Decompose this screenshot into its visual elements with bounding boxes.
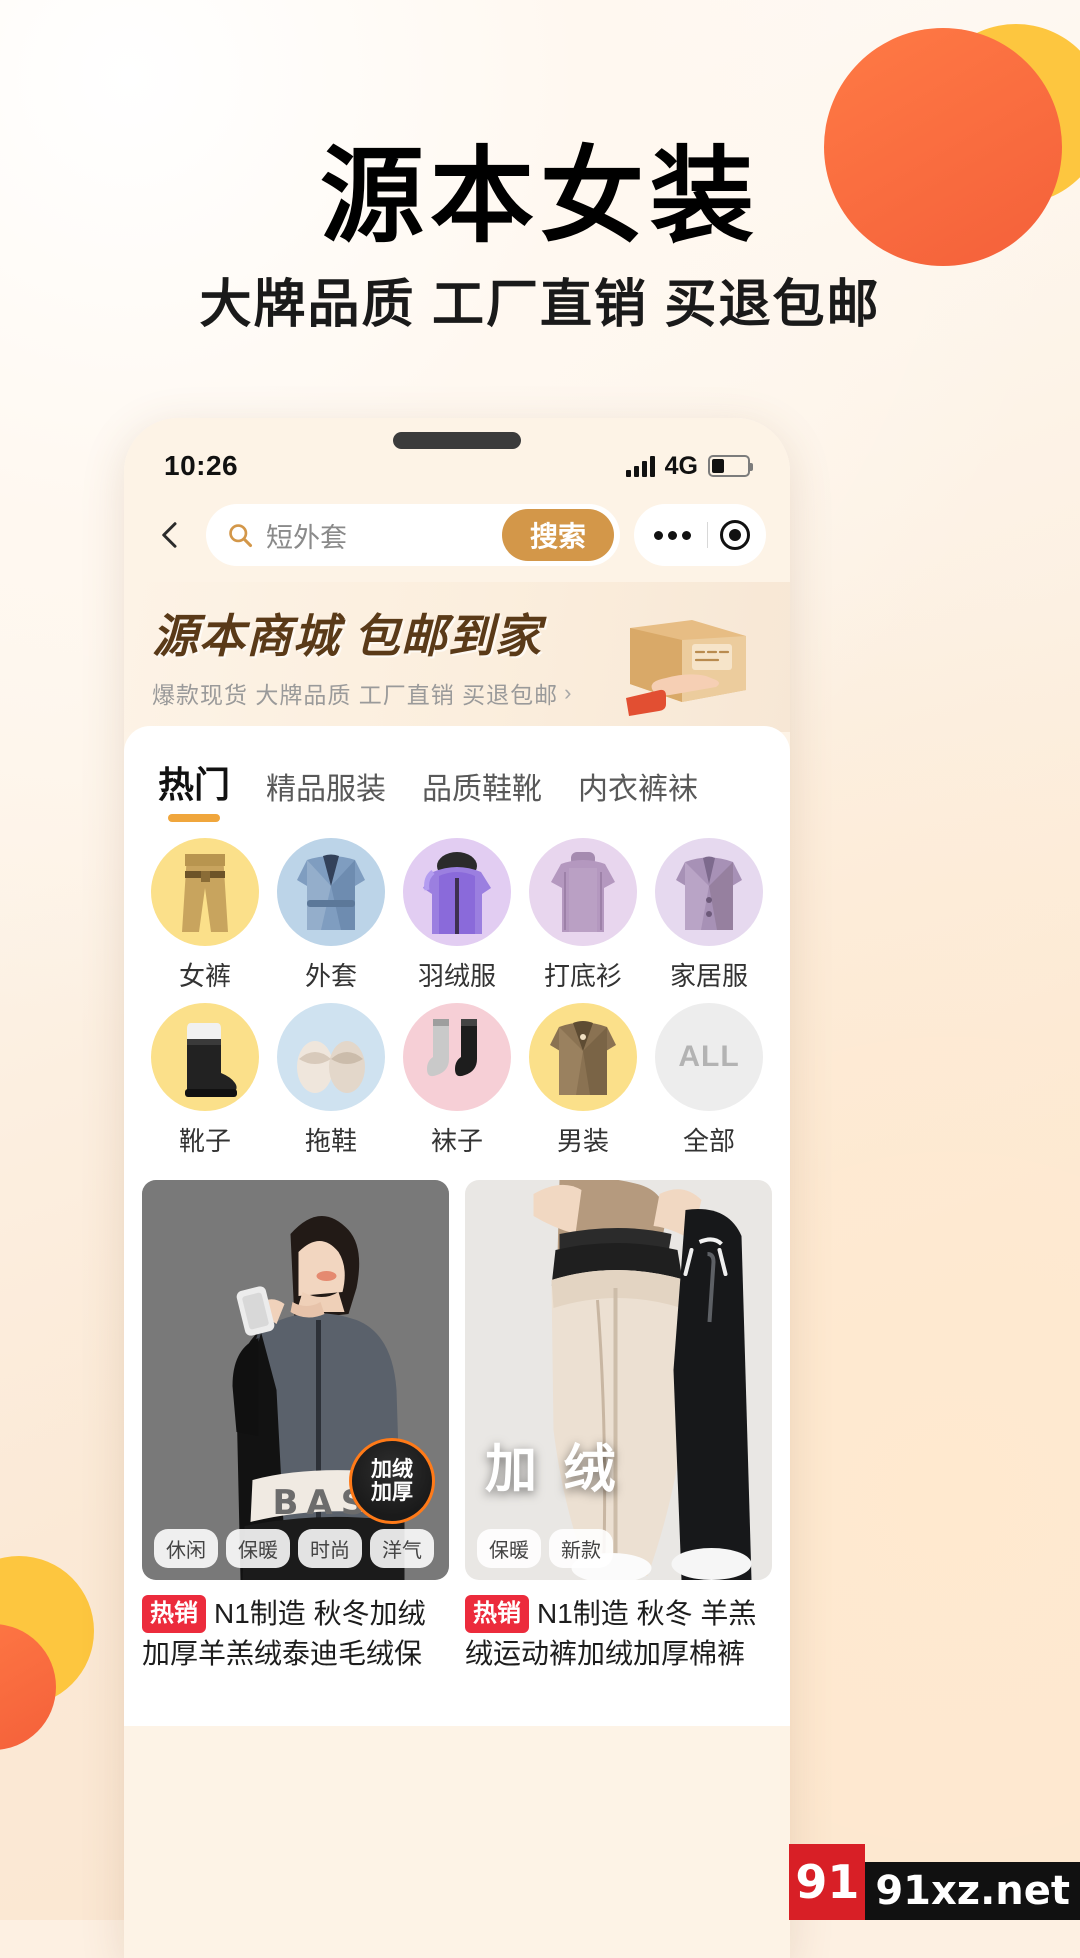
tab-hot[interactable]: 热门 xyxy=(158,756,230,824)
product-tags: 休闲 保暖 时尚 洋气 xyxy=(154,1529,434,1568)
category-label: 全部 xyxy=(682,1126,735,1156)
category-item-socks[interactable]: 袜子 xyxy=(394,1003,520,1158)
category-label: 男装 xyxy=(556,1126,609,1156)
category-label: 袜子 xyxy=(430,1126,483,1156)
tab-label: 热门 xyxy=(158,764,231,805)
search-bar: 短外套 搜索 xyxy=(124,496,790,582)
product-image[interactable]: 加 绒 保暖 新款 xyxy=(465,1180,772,1580)
category-item-all[interactable]: ALL 全部 xyxy=(646,1003,772,1158)
category-grid: 女裤 外套 羽绒服 打底衫 家居服 靴子 拖鞋 袜子 男装 ALL 全部 xyxy=(124,824,790,1166)
category-label: 拖鞋 xyxy=(304,1126,357,1156)
search-input-value: 短外套 xyxy=(266,522,347,553)
product-title: 热销 N1制造 秋冬 羊羔绒运动裤加绒加厚棉裤 xyxy=(465,1594,772,1674)
category-label: 靴子 xyxy=(178,1126,231,1156)
battery-icon xyxy=(708,455,753,477)
product-tag: 时尚 xyxy=(298,1529,362,1568)
all-icon-text: ALL xyxy=(678,1040,740,1073)
category-label: 羽绒服 xyxy=(417,961,496,991)
status-indicators: 4G xyxy=(625,451,753,481)
product-overlay-word: 加 绒 xyxy=(485,1441,622,1499)
status-bar: 10:26 4G xyxy=(124,418,790,496)
slippers-icon xyxy=(277,1003,385,1111)
watermark-text: 91xz.net xyxy=(865,1862,1080,1920)
status-time: 10:26 xyxy=(164,450,239,481)
capsule-divider xyxy=(707,522,708,548)
product-tag: 新款 xyxy=(549,1529,613,1568)
watermark: 91 91xz.net xyxy=(789,1844,1080,1920)
category-label: 女裤 xyxy=(178,961,231,991)
boots-icon xyxy=(151,1003,259,1111)
banner-subtitle: 爆款现货 大牌品质 工厂直销 买退包邮 xyxy=(152,682,559,708)
category-label: 外套 xyxy=(304,961,357,991)
menswear-icon xyxy=(529,1003,637,1111)
product-tag: 保暖 xyxy=(477,1529,541,1568)
category-label: 家居服 xyxy=(669,961,748,991)
promo-subtitle: 大牌品质 工厂直销 买退包邮 xyxy=(199,276,881,334)
search-submit-button[interactable]: 搜索 xyxy=(501,509,614,561)
battery-level xyxy=(712,459,724,473)
back-button[interactable] xyxy=(148,509,192,561)
category-item-trousers[interactable]: 女裤 xyxy=(142,838,268,993)
chevron-right-icon: › xyxy=(564,680,573,705)
phone-notch xyxy=(393,432,521,449)
chevron-left-icon xyxy=(162,522,177,548)
product-image[interactable]: BASE 加绒 加厚 休闲 保暖 时尚 洋气 xyxy=(142,1180,449,1580)
fire-badge: 加绒 加厚 xyxy=(349,1438,435,1524)
fire-badge-line-2: 加厚 xyxy=(371,1481,413,1504)
phone-screen: 10:26 4G 短外套 搜索 源本商城 包邮到家 爆款现货 大牌品质 工厂直销… xyxy=(124,418,790,1958)
product-tag: 休闲 xyxy=(154,1529,218,1568)
category-item-boots[interactable]: 靴子 xyxy=(142,1003,268,1158)
signal-bars-icon xyxy=(625,455,655,477)
category-item-down-jacket[interactable]: 羽绒服 xyxy=(394,838,520,993)
more-dots-icon[interactable] xyxy=(650,530,695,540)
fire-badge-line-1: 加绒 xyxy=(371,1457,413,1481)
tab-label: 品质鞋靴 xyxy=(422,773,543,806)
category-item-homewear[interactable]: 家居服 xyxy=(646,838,772,993)
trousers-icon xyxy=(151,838,259,946)
category-label: 打底衫 xyxy=(543,961,622,991)
target-icon[interactable] xyxy=(720,520,750,550)
hot-badge: 热销 xyxy=(142,1595,206,1634)
tab-quality-shoes[interactable]: 品质鞋靴 xyxy=(422,764,542,824)
product-card[interactable]: 加 绒 保暖 新款 热销 N1制造 秋冬 羊羔绒运动裤加绒加厚棉裤 xyxy=(465,1180,772,1674)
product-tag: 洋气 xyxy=(370,1529,434,1568)
tab-label: 内衣裤袜 xyxy=(578,773,699,806)
product-grid: BASE 加绒 加厚 休闲 保暖 时尚 洋气 热销 N1制造 秋冬加绒加厚羊羔绒… xyxy=(124,1166,790,1674)
content-sheet: 热门 精品服装 品质鞋靴 内衣裤袜 女裤 外套 羽绒服 打底衫 家居服 靴子 拖… xyxy=(124,726,790,1726)
homewear-icon xyxy=(655,838,763,946)
category-item-coat[interactable]: 外套 xyxy=(268,838,394,993)
network-label: 4G xyxy=(664,451,698,480)
coat-icon xyxy=(277,838,385,946)
category-item-slippers[interactable]: 拖鞋 xyxy=(268,1003,394,1158)
phone-mockup: 10:26 4G 短外套 搜索 源本商城 包邮到家 爆款现货 大牌品质 工厂直销… xyxy=(124,418,790,1958)
search-input[interactable]: 短外套 搜索 xyxy=(206,504,620,566)
down-jacket-icon xyxy=(403,838,511,946)
mall-banner[interactable]: 源本商城 包邮到家 爆款现货 大牌品质 工厂直销 买退包邮 › xyxy=(124,582,790,732)
product-tag: 保暖 xyxy=(226,1529,290,1568)
tab-premium-clothing[interactable]: 精品服装 xyxy=(266,764,386,824)
promo-title: 源本女装 xyxy=(319,135,760,257)
parcel-box-icon xyxy=(626,620,746,716)
watermark-logo: 91 xyxy=(789,1844,866,1920)
tab-underwear-socks[interactable]: 内衣裤袜 xyxy=(578,764,698,824)
product-title: 热销 N1制造 秋冬加绒加厚羊羔绒泰迪毛绒保 xyxy=(142,1594,449,1674)
hot-badge: 热销 xyxy=(465,1595,529,1634)
search-icon xyxy=(229,524,253,548)
all-icon: ALL xyxy=(655,1003,763,1111)
category-item-menswear[interactable]: 男装 xyxy=(520,1003,646,1158)
category-tabs: 热门 精品服装 品质鞋靴 内衣裤袜 xyxy=(124,740,790,824)
socks-icon xyxy=(403,1003,511,1111)
product-card[interactable]: BASE 加绒 加厚 休闲 保暖 时尚 洋气 热销 N1制造 秋冬加绒加厚羊羔绒… xyxy=(142,1180,449,1674)
sweater-icon xyxy=(529,838,637,946)
category-item-base-shirt[interactable]: 打底衫 xyxy=(520,838,646,993)
product-tags: 保暖 新款 xyxy=(477,1529,613,1568)
tab-label: 精品服装 xyxy=(266,773,387,806)
mini-program-capsule xyxy=(634,504,766,566)
